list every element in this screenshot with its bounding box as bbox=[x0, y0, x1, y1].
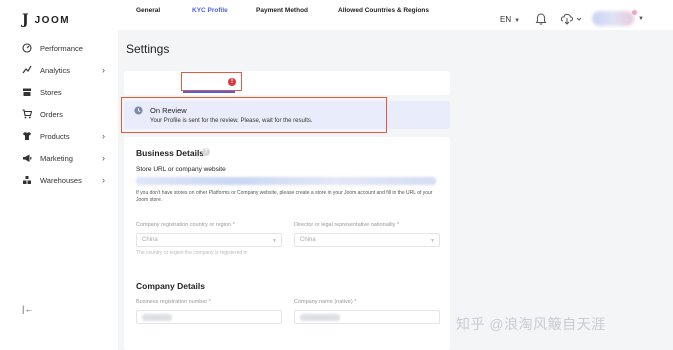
collapse-sidebar-icon[interactable]: |← bbox=[22, 304, 33, 314]
user-chevron-down-icon[interactable]: ▼ bbox=[638, 16, 644, 22]
reg-number-label: Business registration number * bbox=[136, 299, 211, 305]
chevron-right-icon: › bbox=[102, 175, 105, 185]
help-icon[interactable]: ? bbox=[202, 148, 210, 156]
chevron-right-icon: › bbox=[102, 153, 105, 163]
sidebar-item-products[interactable]: Products › bbox=[0, 127, 118, 145]
user-account-menu[interactable] bbox=[592, 11, 634, 26]
joom-logo[interactable]: J JOOM bbox=[22, 12, 70, 28]
gauge-icon bbox=[22, 43, 32, 53]
tab-general[interactable]: General bbox=[136, 7, 160, 14]
chevron-down-icon: ▼ bbox=[430, 238, 435, 244]
sidebar-item-label: Stores bbox=[40, 87, 62, 97]
tab-kyc-profile[interactable]: KYC Profile bbox=[192, 7, 228, 14]
warehouse-icon bbox=[23, 176, 31, 184]
watermark-text: 知乎 @浪淘风簸自天涯 bbox=[456, 316, 606, 332]
sidebar-item-label: Analytics bbox=[40, 65, 71, 75]
highlight-box-tab bbox=[181, 72, 242, 91]
chevron-right-icon: › bbox=[102, 131, 105, 141]
sidebar: Performance Analytics › Stores Orders Pr… bbox=[0, 38, 118, 350]
language-label: EN bbox=[500, 15, 512, 24]
sidebar-item-stores[interactable]: Stores bbox=[0, 83, 118, 101]
business-details-title: Business Details bbox=[136, 148, 205, 158]
company-name-value-blurred bbox=[300, 314, 340, 321]
sidebar-item-label: Performance bbox=[40, 43, 83, 53]
shirt-icon bbox=[23, 132, 31, 140]
country-field-label: Company registration country or region * bbox=[136, 222, 235, 228]
sidebar-item-label: Marketing bbox=[40, 153, 73, 163]
brand-name: JOOM bbox=[34, 14, 71, 26]
country-select-value: China bbox=[142, 237, 158, 243]
country-field-hint: The country or region the company is reg… bbox=[136, 250, 248, 256]
sidebar-item-marketing[interactable]: Marketing › bbox=[0, 149, 118, 167]
sidebar-item-orders[interactable]: Orders bbox=[0, 105, 118, 123]
reg-number-value-blurred bbox=[142, 314, 172, 321]
sidebar-item-analytics[interactable]: Analytics › bbox=[0, 61, 118, 79]
tabs-bar bbox=[124, 71, 450, 95]
logo-mark-icon: J bbox=[22, 12, 29, 28]
director-select-value: China bbox=[300, 237, 316, 243]
bell-icon[interactable] bbox=[534, 12, 548, 26]
chevron-right-icon: › bbox=[102, 65, 105, 75]
store-icon bbox=[23, 88, 31, 96]
language-selector[interactable]: EN ▼ bbox=[500, 15, 520, 24]
sidebar-item-warehouses[interactable]: Warehouses › bbox=[0, 171, 118, 189]
sidebar-item-label: Products bbox=[40, 131, 70, 141]
page-title: Settings bbox=[126, 42, 170, 56]
company-details-title: Company Details bbox=[136, 281, 205, 291]
megaphone-icon bbox=[23, 154, 32, 162]
highlight-box-banner bbox=[121, 97, 387, 133]
cart-icon bbox=[22, 109, 32, 119]
cloud-download-icon[interactable] bbox=[560, 12, 584, 26]
analytics-icon bbox=[22, 65, 32, 74]
sidebar-item-label: Orders bbox=[40, 109, 63, 119]
chevron-down-icon: ▼ bbox=[514, 18, 521, 24]
sidebar-item-performance[interactable]: Performance bbox=[0, 39, 118, 57]
user-status-dot bbox=[632, 10, 637, 15]
tab-payment-method[interactable]: Payment Method bbox=[256, 7, 308, 14]
sidebar-item-label: Warehouses bbox=[40, 175, 82, 185]
tab-allowed-countries[interactable]: Allowed Countries & Regions bbox=[338, 7, 429, 14]
director-field-label: Director or legal representative nationa… bbox=[294, 222, 400, 228]
chevron-down-icon: ▼ bbox=[272, 238, 277, 244]
store-url-label: Store URL or company website bbox=[136, 166, 226, 173]
store-url-field[interactable] bbox=[136, 177, 436, 185]
store-url-help-text: If you don't have stores on other Platfo… bbox=[136, 190, 433, 203]
company-name-label: Company name (native) * bbox=[294, 299, 357, 305]
active-tab-indicator bbox=[183, 91, 235, 93]
